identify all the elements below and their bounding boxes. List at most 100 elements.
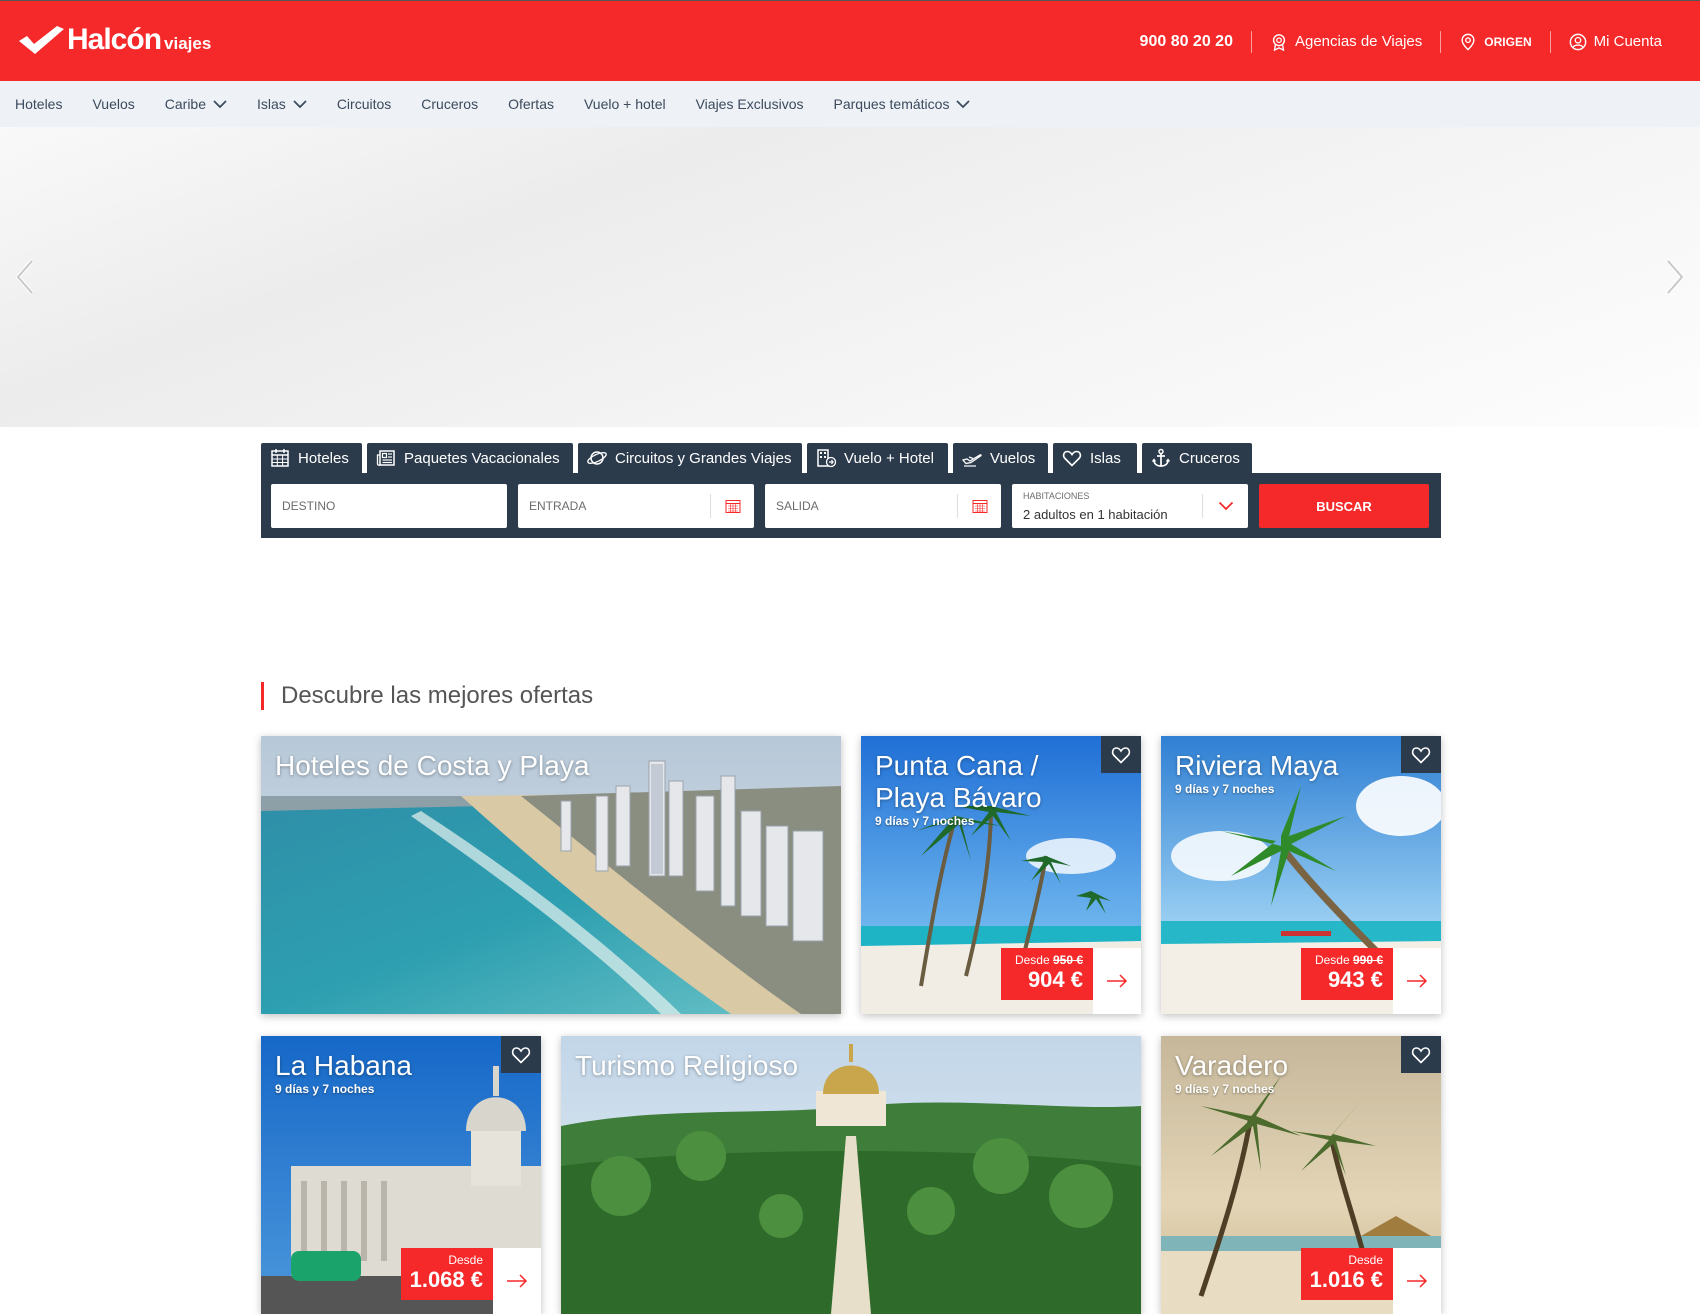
tab-hoteles[interactable]: Hoteles	[261, 443, 362, 473]
account-label: Mi Cuenta	[1593, 33, 1662, 50]
nav-label: Ofertas	[508, 96, 554, 112]
desde-label: Desde	[1314, 953, 1350, 967]
newspaper-icon	[376, 450, 395, 466]
nav-item-vuelos[interactable]: Vuelos	[92, 96, 134, 112]
offer-card-costa-playa[interactable]: Hoteles de Costa y Playa	[261, 736, 841, 1014]
plane-icon	[962, 454, 982, 467]
offer-card-varadero[interactable]: Varadero 9 días y 7 noches Desde 1.016 €	[1161, 1036, 1441, 1314]
destino-field[interactable]: DESTINO	[271, 484, 507, 528]
view-offer-button[interactable]	[493, 1248, 541, 1314]
destino-placeholder: DESTINO	[282, 499, 336, 513]
offer-card-title: La Habana 9 días y 7 noches	[275, 1050, 511, 1096]
map-pin-icon	[1461, 33, 1475, 51]
tab-label: Cruceros	[1179, 449, 1240, 467]
entrada-field[interactable]: ENTRADA	[518, 484, 754, 528]
current-price: 904 €	[1027, 967, 1083, 992]
offer-title-text: Hoteles de Costa y Playa	[275, 750, 590, 781]
account-link[interactable]: Mi Cuenta	[1551, 31, 1700, 53]
tab-label: Islas	[1090, 449, 1121, 467]
offer-card-la-habana[interactable]: La Habana 9 días y 7 noches Desde 1.068 …	[261, 1036, 541, 1314]
offer-card-title: Varadero 9 días y 7 noches	[1175, 1050, 1411, 1096]
offer-card-title: Punta Cana / Playa Bávaro 9 días y 7 noc…	[875, 750, 1111, 828]
habitaciones-field[interactable]: HABITACIONES 2 adultos en 1 habitación	[1012, 484, 1248, 528]
price-from: Desde	[1348, 1253, 1383, 1267]
search-form: DESTINO ENTRADA SALIDA HABITACIONES 2 ad…	[261, 473, 1441, 538]
heart-outline-icon	[1411, 746, 1431, 764]
tab-islas[interactable]: Islas	[1053, 443, 1137, 473]
favorite-button[interactable]	[1401, 1036, 1441, 1073]
offer-title-text: Punta Cana / Playa Bávaro	[875, 750, 1042, 813]
tab-vuelo-hotel[interactable]: Vuelo + Hotel	[807, 443, 948, 473]
entrada-placeholder: ENTRADA	[529, 499, 587, 513]
offer-title-text: La Habana	[275, 1050, 413, 1081]
header-actions: 900 80 20 20 Agencias de Viajes ORIGEN M…	[1122, 1, 1700, 82]
nav-item-hoteles[interactable]: Hoteles	[15, 96, 62, 112]
nav-label: Circuitos	[336, 96, 392, 112]
offers-section-title: Descubre las mejores ofertas	[261, 682, 593, 710]
nav-item-parques-tematicos[interactable]: Parques temáticos	[834, 96, 971, 112]
offer-duration: 9 días y 7 noches	[875, 814, 975, 828]
nav-item-circuitos[interactable]: Circuitos	[337, 96, 391, 112]
origin-selector[interactable]: ORIGEN	[1441, 30, 1551, 53]
calendar-icon	[972, 500, 987, 513]
tab-circuitos-grandes-viajes[interactable]: Circuitos y Grandes Viajes	[578, 443, 802, 473]
nav-label: Hoteles	[15, 96, 63, 112]
favorite-button[interactable]	[1401, 736, 1441, 773]
halcon-logo[interactable]: Halcón viajes	[17, 23, 211, 57]
offer-title-text: Turismo Religioso	[575, 1050, 799, 1081]
agencies-link[interactable]: Agencias de Viajes	[1252, 30, 1442, 53]
favorite-button[interactable]	[1101, 736, 1141, 773]
check-swoosh-icon	[19, 26, 64, 54]
offer-card-riviera-maya[interactable]: Riviera Maya 9 días y 7 noches Desde 990…	[1161, 736, 1441, 1014]
calendar-icon	[725, 500, 740, 513]
nav-item-caribe[interactable]: Caribe	[165, 96, 227, 112]
nav-item-ofertas[interactable]: Ofertas	[508, 96, 554, 112]
tab-cruceros[interactable]: Cruceros	[1142, 443, 1252, 473]
view-offer-button[interactable]	[1093, 948, 1141, 1014]
nav-item-islas[interactable]: Islas	[257, 96, 307, 112]
nav-label: Caribe	[164, 96, 207, 112]
tab-label: Vuelos	[990, 449, 1036, 467]
view-offer-button[interactable]	[1393, 1248, 1441, 1314]
price-from: Desde 950 €	[1001, 953, 1083, 967]
view-offer-button[interactable]	[1393, 948, 1441, 1014]
nav-item-viajes-exclusivos[interactable]: Viajes Exclusivos	[696, 96, 804, 112]
current-price: 1.016 €	[1309, 1267, 1383, 1292]
old-price: 950 €	[1052, 953, 1083, 967]
offer-card-punta-cana[interactable]: Punta Cana / Playa Bávaro 9 días y 7 noc…	[861, 736, 1141, 1014]
phone-link[interactable]: 900 80 20 20	[1122, 30, 1252, 53]
search-tabs: Hoteles Paquetes Vacacionales Circuitos …	[261, 443, 1257, 473]
phone-number: 900 80 20 20	[1139, 32, 1233, 50]
calendar-grid-icon	[271, 449, 289, 467]
salida-field[interactable]: SALIDA	[765, 484, 1001, 528]
favorite-button[interactable]	[501, 1036, 541, 1073]
price-from: Desde	[448, 1253, 483, 1267]
offer-card-title: Turismo Religioso	[575, 1050, 1111, 1082]
nav-label: Cruceros	[421, 96, 479, 112]
habitaciones-dropdown-button[interactable]	[1202, 494, 1248, 518]
chevron-down-icon	[293, 100, 307, 109]
chevron-down-icon	[956, 100, 971, 109]
nav-item-cruceros[interactable]: Cruceros	[421, 96, 478, 112]
agency-badge-icon	[1272, 33, 1286, 51]
nav-label: Parques temáticos	[833, 96, 950, 112]
buscar-button[interactable]: BUSCAR	[1259, 484, 1429, 528]
entrada-calendar-button[interactable]	[710, 494, 754, 518]
arrow-right-icon	[1407, 974, 1428, 988]
nav-label: Vuelos	[92, 96, 135, 112]
nav-label: Islas	[257, 96, 286, 112]
carousel-prev-arrow-icon[interactable]	[10, 257, 40, 297]
nav-item-vuelo-hotel[interactable]: Vuelo + hotel	[584, 96, 666, 112]
offer-duration: 9 días y 7 noches	[1175, 782, 1275, 796]
salida-calendar-button[interactable]	[957, 494, 1001, 518]
carousel-next-arrow-icon[interactable]	[1660, 257, 1690, 297]
origin-label: ORIGEN	[1484, 34, 1532, 49]
offer-card-turismo-religioso[interactable]: Turismo Religioso	[561, 1036, 1141, 1314]
tab-vuelos[interactable]: Vuelos	[953, 443, 1048, 473]
tab-paquetes-vacacionales[interactable]: Paquetes Vacacionales	[367, 443, 573, 473]
main-nav: Hoteles Vuelos Caribe Islas Circuitos Cr…	[0, 81, 1700, 127]
tab-label: Circuitos y Grandes Viajes	[615, 449, 792, 467]
heart-outline-icon	[1411, 1046, 1431, 1064]
agencies-label: Agencias de Viajes	[1294, 33, 1423, 50]
price-from: Desde 990 €	[1301, 953, 1383, 967]
